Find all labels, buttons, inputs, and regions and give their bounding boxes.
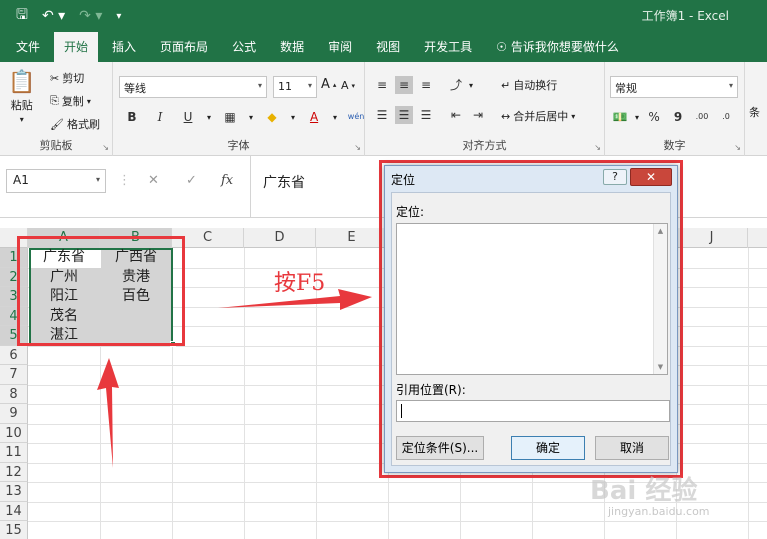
scrollbar[interactable]: ▲ ▼ <box>653 224 667 374</box>
goto-dialog: 定位 ? ✕ 定位: ▲ ▼ 引用位置(R): 定位条件(S)... 确定 取消 <box>384 165 678 473</box>
cancel-button[interactable]: 取消 <box>595 436 669 460</box>
goto-special-button[interactable]: 定位条件(S)... <box>396 436 484 460</box>
watermark-logo: Bai 经验 <box>590 476 698 506</box>
watermark-url: jingyan.baidu.com <box>608 505 710 518</box>
right-arrow-icon <box>218 289 372 310</box>
scroll-up-icon[interactable]: ▲ <box>654 227 667 235</box>
dialog-title: 定位 <box>391 173 416 187</box>
reference-input[interactable] <box>396 400 670 422</box>
ok-button[interactable]: 确定 <box>511 436 585 460</box>
goto-label: 定位: <box>396 205 425 219</box>
help-button[interactable]: ? <box>603 169 627 185</box>
text-caret <box>401 404 402 418</box>
goto-list[interactable]: ▲ ▼ <box>396 223 668 375</box>
up-arrow-icon <box>97 358 119 468</box>
scroll-down-icon[interactable]: ▼ <box>654 363 667 371</box>
close-button[interactable]: ✕ <box>630 168 672 186</box>
reference-label: 引用位置(R): <box>396 383 466 397</box>
dialog-body: 定位: ▲ ▼ 引用位置(R): 定位条件(S)... 确定 取消 <box>391 192 671 466</box>
